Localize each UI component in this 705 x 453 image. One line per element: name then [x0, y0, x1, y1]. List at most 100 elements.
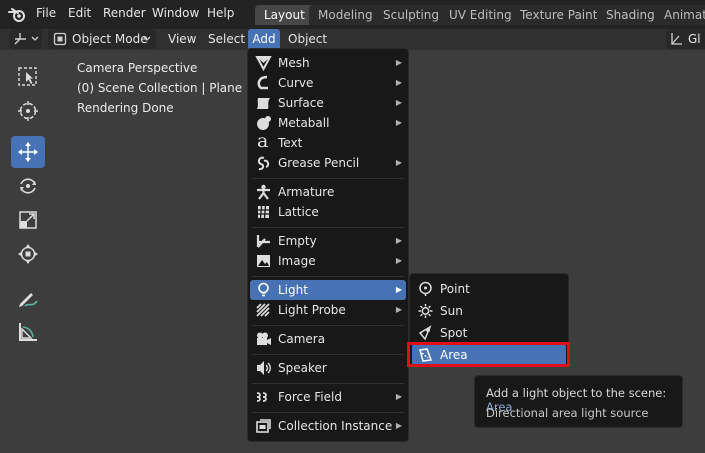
menu-item-speaker[interactable]: Speaker [250, 358, 406, 378]
axes-icon [14, 33, 26, 45]
submenu-arrow-icon: ▶ [395, 256, 402, 265]
force-field-icon [256, 392, 267, 402]
submenu-item-label: Point [440, 282, 470, 296]
transform-orientation-dropdown[interactable]: Gl [666, 29, 705, 49]
menu-item-empty[interactable]: Empty ▶ [250, 231, 406, 251]
submenu-item-sun[interactable]: Sun [412, 300, 566, 322]
header-menu-select[interactable]: Select [208, 29, 245, 50]
menu-item-armature[interactable]: Armature [250, 182, 406, 202]
menu-item-mesh[interactable]: Mesh ▶ [250, 53, 406, 73]
annotate-icon [19, 293, 38, 307]
curve-icon [257, 75, 268, 90]
rotate-tool[interactable] [11, 170, 45, 202]
menu-item-surface[interactable]: Surface ▶ [250, 93, 406, 113]
menu-file[interactable]: File [36, 0, 56, 26]
metaball-icon [257, 116, 271, 130]
submenu-arrow-icon: ▶ [395, 285, 402, 294]
tab-layout[interactable]: Layout [255, 5, 314, 25]
menu-item-label: Surface [278, 96, 324, 110]
transform-tool[interactable] [11, 238, 45, 270]
menu-item-curve[interactable]: Curve ▶ [250, 73, 406, 93]
submenu-arrow-icon: ▶ [395, 118, 402, 127]
tab-sculpting[interactable]: Sculpting [374, 5, 449, 25]
tab-texture-paint[interactable]: Texture Paint [511, 5, 607, 25]
light-icon [258, 282, 269, 297]
menu-item-force-field[interactable]: Force Field ▶ [250, 387, 406, 407]
menu-item-label: Metaball [278, 116, 330, 130]
object-mode-label: Object Mode [72, 32, 148, 46]
top-bar: File Edit Render Window Help Layout Mode… [0, 0, 705, 29]
transform-icon [18, 244, 38, 264]
light-probe-icon [256, 303, 270, 317]
mesh-icon [255, 56, 272, 71]
editor-type-dropdown[interactable] [9, 29, 42, 49]
tooltip-description: Add a light object to the scene: [486, 386, 667, 400]
annotate-tool[interactable] [11, 282, 45, 314]
menu-item-label: Force Field [278, 390, 342, 404]
chevron-down-icon [143, 36, 151, 41]
select-box-tool[interactable] [11, 61, 45, 93]
header-menu-add[interactable]: Add [248, 29, 280, 50]
surface-icon [257, 98, 270, 109]
menu-item-label: Image [278, 254, 316, 268]
select-box-icon [18, 67, 37, 86]
menu-item-label: Armature [278, 185, 335, 199]
blender-logo-icon[interactable] [8, 6, 26, 23]
menu-separator [252, 412, 404, 413]
object-mode-dropdown[interactable]: Object Mode [48, 29, 156, 49]
scale-tool[interactable] [11, 204, 45, 236]
scale-icon [19, 211, 37, 229]
submenu-item-label: Spot [440, 326, 468, 340]
chevron-down-icon [31, 36, 39, 41]
move-tool[interactable] [11, 136, 45, 168]
menu-item-collection-instance[interactable]: Collection Instance ▶ [250, 416, 406, 436]
menu-separator [252, 325, 404, 326]
measure-tool[interactable] [11, 316, 45, 348]
lattice-icon [258, 205, 269, 219]
rotate-icon [20, 178, 36, 194]
image-icon [257, 255, 270, 267]
menu-edit[interactable]: Edit [68, 0, 91, 26]
submenu-item-spot[interactable]: Spot [412, 322, 566, 344]
menu-item-lattice[interactable]: Lattice [250, 202, 406, 222]
measure-icon [19, 323, 37, 341]
menu-item-text[interactable]: a Text [250, 132, 406, 153]
menu-item-label: Grease Pencil [278, 156, 360, 170]
menu-item-light[interactable]: Light ▶ [250, 280, 406, 300]
tooltip: Add a light object to the scene: Area Di… [474, 375, 683, 428]
menu-separator [252, 227, 404, 228]
menu-item-label: Mesh [278, 56, 310, 70]
menu-item-label: Speaker [278, 361, 327, 375]
viewport-header: Object Mode View Select Add Object Gl [0, 29, 705, 50]
sun-light-icon [418, 304, 433, 318]
cursor-tool[interactable] [11, 95, 45, 127]
cursor-icon [18, 101, 38, 121]
menu-item-label: Light [278, 283, 308, 297]
menu-render[interactable]: Render [103, 0, 146, 26]
armature-icon [257, 184, 270, 200]
menu-item-light-probe[interactable]: Light Probe ▶ [250, 300, 406, 320]
submenu-arrow-icon: ▶ [395, 98, 402, 107]
header-menu-object[interactable]: Object [288, 29, 327, 50]
submenu-arrow-icon: ▶ [395, 158, 402, 167]
viewport-collection-text: (0) Scene Collection | Plane [77, 81, 243, 95]
tab-shading[interactable]: Shading [597, 5, 664, 25]
submenu-item-point[interactable]: Point [412, 278, 566, 300]
speaker-icon [257, 361, 271, 375]
tab-animation[interactable]: Animati [655, 5, 705, 25]
menu-help[interactable]: Help [207, 0, 234, 26]
menu-item-metaball[interactable]: Metaball ▶ [250, 113, 406, 133]
menu-item-grease-pencil[interactable]: Grease Pencil ▶ [250, 153, 406, 173]
header-menu-view[interactable]: View [168, 29, 196, 50]
menu-item-label: Camera [278, 332, 326, 346]
tab-modeling[interactable]: Modeling [309, 5, 382, 25]
menu-item-camera[interactable]: Camera [250, 329, 406, 349]
menu-window[interactable]: Window [152, 0, 199, 26]
viewport-status-text: Rendering Done [77, 101, 174, 115]
menu-separator [252, 383, 404, 384]
orientation-icon [671, 33, 682, 45]
submenu-arrow-icon: ▶ [395, 392, 402, 401]
submenu-arrow-icon: ▶ [395, 236, 402, 245]
menu-item-image[interactable]: Image ▶ [250, 251, 406, 271]
tab-uv-editing[interactable]: UV Editing [440, 5, 521, 25]
